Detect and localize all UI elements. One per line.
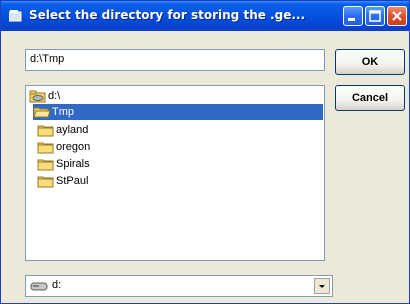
open-folder-icon	[33, 107, 51, 118]
directory-item-tmp[interactable]: Tmp	[33, 104, 323, 120]
close-button[interactable]	[387, 6, 407, 26]
window-title: Select the directory for storing the .ge…	[29, 8, 306, 22]
folder-icon	[37, 159, 54, 171]
hard-drive-icon	[30, 282, 48, 291]
chevron-down-icon	[319, 285, 325, 288]
maximize-button[interactable]	[365, 6, 385, 26]
cancel-button[interactable]: Cancel	[335, 85, 405, 111]
directory-item-spirals[interactable]: Spirals	[37, 156, 117, 172]
drive-select[interactable]: d:	[25, 275, 333, 297]
directory-label: Tmp	[52, 106, 74, 118]
close-icon	[392, 11, 402, 21]
drive-folder-icon	[29, 90, 46, 103]
drive-select-value: d:	[52, 279, 62, 291]
directory-label: oregon	[56, 141, 91, 153]
directory-list[interactable]: d:\ Tmp ayland oregon Spirals StPaul	[25, 85, 325, 261]
maximize-icon	[369, 10, 381, 22]
folder-icon	[37, 142, 54, 154]
minimize-icon	[348, 18, 355, 21]
folder-icon	[37, 125, 54, 137]
directory-item-drive-root[interactable]: d:\	[29, 88, 89, 104]
directory-label: StPaul	[56, 175, 89, 187]
directory-path-field[interactable]: d:\Tmp	[25, 49, 325, 71]
drive-dropdown-button[interactable]	[314, 278, 330, 294]
minimize-button[interactable]	[343, 6, 363, 26]
ok-button[interactable]: OK	[335, 49, 405, 75]
title-bar[interactable]: Select the directory for storing the .ge…	[1, 1, 409, 31]
directory-dialog: Select the directory for storing the .ge…	[0, 0, 410, 304]
directory-item-ayland[interactable]: ayland	[37, 122, 117, 138]
directory-label: ayland	[56, 124, 89, 136]
folder-icon	[37, 176, 54, 188]
app-icon	[9, 10, 22, 22]
directory-label: d:\	[48, 90, 61, 102]
directory-item-oregon[interactable]: oregon	[37, 139, 117, 155]
directory-label: Spirals	[56, 158, 90, 170]
directory-item-stpaul[interactable]: StPaul	[37, 173, 117, 189]
